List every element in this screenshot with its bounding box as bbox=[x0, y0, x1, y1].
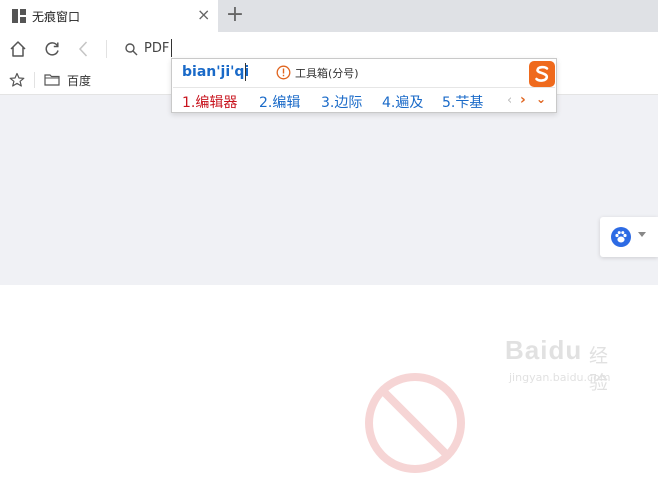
tab-title: 无痕窗口 bbox=[32, 10, 81, 24]
watermark-url: jingyan.baidu.com bbox=[509, 371, 611, 384]
floating-paw-widget[interactable] bbox=[600, 217, 658, 257]
home-icon[interactable] bbox=[9, 40, 27, 58]
address-bar-input[interactable]: PDF bbox=[144, 41, 169, 56]
sogou-logo-icon[interactable] bbox=[529, 61, 555, 87]
ime-candidate-4[interactable]: 4.遍及 bbox=[382, 92, 423, 112]
chevron-down-icon bbox=[638, 232, 646, 237]
ime-expand-icon[interactable]: ⌄ bbox=[536, 92, 546, 106]
prohibited-watermark-icon bbox=[365, 373, 465, 473]
toolbar-divider bbox=[106, 40, 107, 58]
bookmarks-divider bbox=[34, 72, 35, 88]
incognito-window-icon bbox=[12, 9, 26, 23]
star-icon[interactable] bbox=[9, 72, 25, 88]
info-icon bbox=[276, 65, 291, 80]
watermark-brand: Baidu bbox=[505, 335, 583, 365]
ime-candidate-3[interactable]: 3.边际 bbox=[321, 92, 362, 112]
ime-toolbox-label: 工具箱(分号) bbox=[295, 67, 359, 80]
back-icon[interactable] bbox=[75, 40, 93, 58]
close-tab-icon[interactable]: × bbox=[197, 5, 210, 25]
baidu-paw-icon bbox=[611, 227, 631, 247]
ime-candidate-1[interactable]: 1.编辑器 bbox=[182, 92, 237, 112]
search-icon bbox=[125, 43, 138, 56]
ime-pinyin-input: bian'ji'qi bbox=[182, 64, 250, 80]
baidu-jingyan-watermark: Baidu 经验 jingyan.baidu.com bbox=[505, 335, 625, 394]
refresh-icon[interactable] bbox=[43, 40, 61, 58]
watermark-product: 经验 bbox=[589, 345, 609, 394]
ime-candidate-window: bian'ji'qi 工具箱(分号) 1.编辑器 2.编辑 3.边际 4.遍及 … bbox=[171, 58, 557, 113]
ime-candidate-2[interactable]: 2.编辑 bbox=[259, 92, 300, 112]
ime-divider bbox=[173, 87, 555, 88]
page-content-area bbox=[0, 95, 658, 285]
new-tab-button[interactable]: + bbox=[225, 2, 245, 28]
folder-icon bbox=[44, 74, 60, 86]
ime-prev-page-icon[interactable]: ‹ bbox=[507, 93, 512, 108]
ime-next-page-icon[interactable]: › bbox=[520, 92, 526, 108]
text-cursor bbox=[171, 39, 172, 57]
tab-incognito[interactable]: 无痕窗口 × bbox=[0, 0, 218, 32]
ime-candidate-5[interactable]: 5.芐基 bbox=[442, 92, 483, 112]
tab-bar: 无痕窗口 × + bbox=[0, 0, 658, 32]
bookmark-label: 百度 bbox=[67, 74, 92, 88]
ime-cursor bbox=[245, 63, 246, 81]
